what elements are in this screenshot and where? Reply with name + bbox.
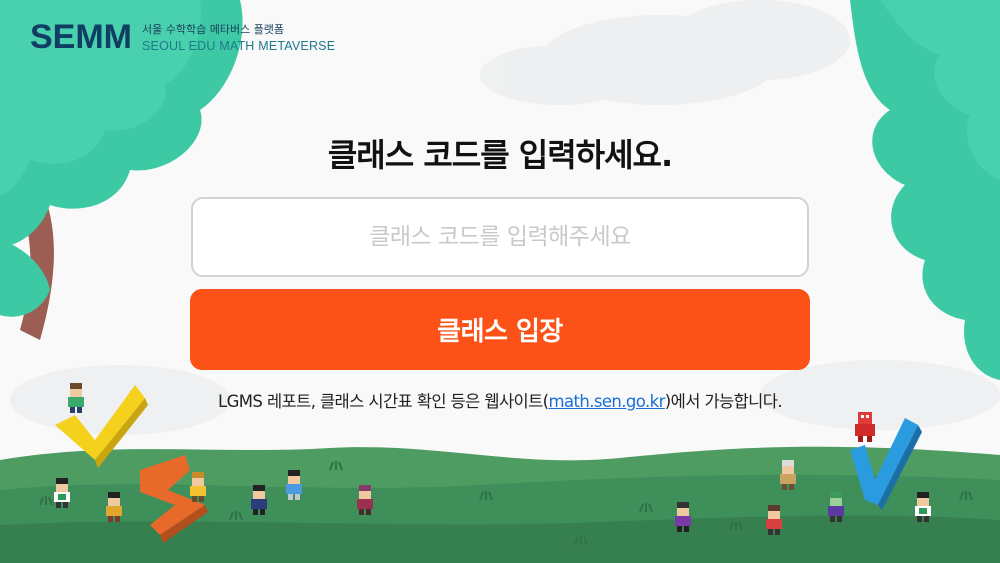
- page-title: 클래스 코드를 입력하세요.: [327, 136, 673, 174]
- website-link[interactable]: math.sen.go.kr: [549, 392, 666, 411]
- logo-mark: SEMM: [30, 18, 132, 56]
- notice-text-before: LGMS 레포트, 클래스 시간표 확인 등은 웹사이트(: [218, 392, 549, 411]
- logo-tagline-korean: 서울 수학학습 메타버스 플랫폼: [142, 23, 285, 36]
- website-notice: LGMS 레포트, 클래스 시간표 확인 등은 웹사이트(math.sen.go…: [0, 388, 1000, 412]
- logo-taglines: 서울 수학학습 메타버스 플랫폼 SEOUL EDU MATH METAVERS…: [142, 21, 335, 53]
- class-code-input[interactable]: [191, 197, 809, 277]
- notice-text-after: )에서 가능합니다.: [664, 392, 783, 411]
- enter-class-button[interactable]: 클래스 입장: [190, 289, 810, 370]
- logo-tagline-english: SEOUL EDU MATH METAVERSE: [142, 39, 336, 53]
- brand-logo[interactable]: SEMM 서울 수학학습 메타버스 플랫폼 SEOUL EDU MATH MET…: [30, 20, 335, 54]
- background-scene: [0, 0, 1000, 563]
